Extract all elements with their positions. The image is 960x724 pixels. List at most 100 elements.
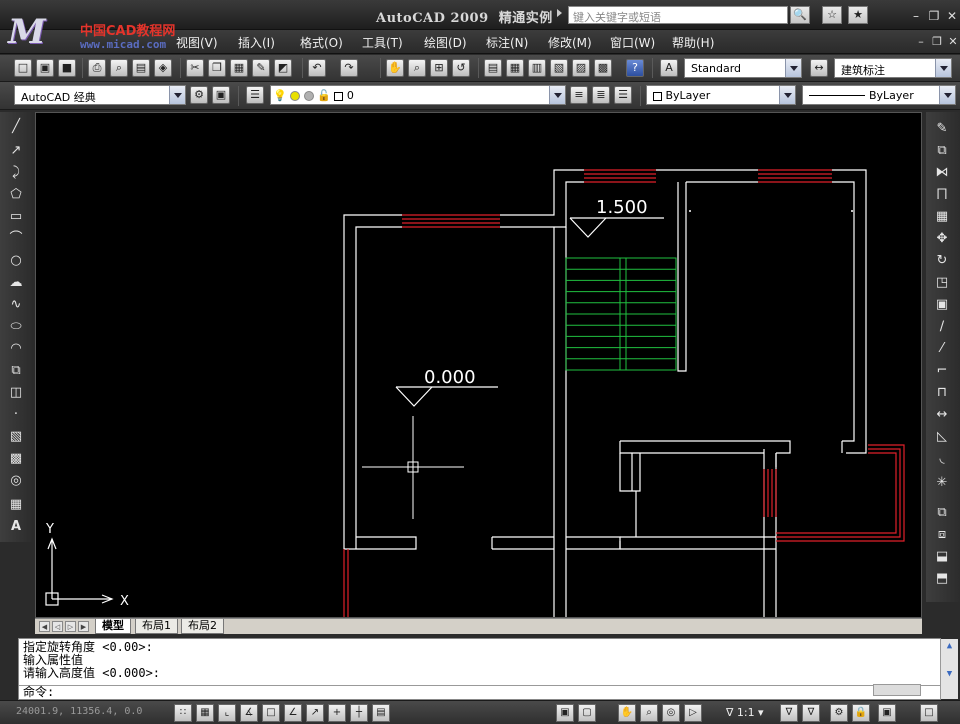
lock-ui-icon[interactable]: 🔒 xyxy=(852,704,870,722)
pan-status-icon[interactable]: ✋ xyxy=(618,704,636,722)
menu-help[interactable]: 帮助(H) xyxy=(672,34,714,51)
clean-screen-icon[interactable]: ▣ xyxy=(212,86,230,104)
extend-icon[interactable]: ⁄ xyxy=(933,340,951,358)
command-window[interactable]: 指定旋转角度 <0.00>: 输入属性值 请输入高度值 <0.000>: 命令:… xyxy=(18,638,958,700)
pan-icon[interactable]: ✋ xyxy=(386,59,404,77)
dynamic-input-icon[interactable]: + xyxy=(328,704,346,722)
doc-restore-button[interactable]: ❐ xyxy=(930,35,944,49)
minimize-window-button[interactable]: – xyxy=(908,8,924,24)
layer-manager-icon[interactable]: ☰ xyxy=(246,86,264,104)
menu-format[interactable]: 格式(O) xyxy=(300,34,343,51)
object-snap-tracking-icon[interactable]: ∠ xyxy=(284,704,302,722)
sheet-set-icon[interactable]: ▧ xyxy=(550,59,568,77)
scale-icon[interactable]: ◳ xyxy=(933,274,951,292)
model-space-icon[interactable]: ▣ xyxy=(556,704,574,722)
scroll-down-icon[interactable]: ▼ xyxy=(944,669,955,680)
move-icon[interactable]: ✥ xyxy=(933,230,951,248)
explode-icon[interactable]: ✳ xyxy=(933,474,951,492)
help-icon[interactable]: ? xyxy=(626,59,644,77)
rectangle-icon[interactable]: ▭ xyxy=(7,208,25,226)
point-icon[interactable]: · xyxy=(7,406,25,424)
command-horizontal-scrollbar[interactable] xyxy=(873,684,921,696)
search-icon[interactable]: 🔍 xyxy=(790,6,810,24)
dynamic-ucs-icon[interactable]: ↗ xyxy=(306,704,324,722)
multiline-text-icon[interactable]: A xyxy=(7,518,25,536)
hatch-icon[interactable]: ▧ xyxy=(7,428,25,446)
favorites-icon[interactable]: ★ xyxy=(848,6,868,24)
annotation-scale-label[interactable]: ∇ 1:1 ▾ xyxy=(726,706,764,719)
mirror-icon[interactable]: ⧑ xyxy=(933,164,951,182)
construction-line-icon[interactable]: ↗ xyxy=(7,142,25,160)
copy-object-icon[interactable]: ⧉ xyxy=(933,142,951,160)
draw-order-under-icon[interactable]: ⬒ xyxy=(933,570,951,588)
rotate-icon[interactable]: ↻ xyxy=(933,252,951,270)
table-icon[interactable]: ▦ xyxy=(7,496,25,514)
prev-tab-icon[interactable]: ◁ xyxy=(52,621,63,632)
copy-icon[interactable]: ❐ xyxy=(208,59,226,77)
drawing-canvas[interactable]: 1.500 0.000 Y X xyxy=(35,112,922,618)
close-window-button[interactable]: ✕ xyxy=(944,8,960,24)
search-expand-icon[interactable] xyxy=(557,9,562,17)
last-tab-icon[interactable]: ▶ xyxy=(78,621,89,632)
offset-icon[interactable]: ⨅ xyxy=(933,186,951,204)
polar-tracking-icon[interactable]: ∡ xyxy=(240,704,258,722)
menu-view[interactable]: 视图(V) xyxy=(176,34,218,51)
layer-select[interactable]: 💡 🔓 0 xyxy=(270,85,566,105)
paste-icon[interactable]: ▦ xyxy=(230,59,248,77)
new-file-icon[interactable]: □ xyxy=(14,59,32,77)
polygon-icon[interactable]: ⬠ xyxy=(7,186,25,204)
save-icon[interactable]: ■ xyxy=(58,59,76,77)
status-tray-icon[interactable]: ▣ xyxy=(878,704,896,722)
stretch-icon[interactable]: ▣ xyxy=(933,296,951,314)
restore-window-button[interactable]: ❐ xyxy=(926,8,942,24)
menu-window[interactable]: 窗口(W) xyxy=(610,34,655,51)
first-tab-icon[interactable]: ◀ xyxy=(39,621,50,632)
draw-order-above-icon[interactable]: ⬓ xyxy=(933,548,951,566)
doc-close-button[interactable]: ✕ xyxy=(946,35,960,49)
tool-palettes-icon[interactable]: ▥ xyxy=(528,59,546,77)
workspace-settings-icon[interactable]: ⚙ xyxy=(190,86,208,104)
line-icon[interactable]: ╱ xyxy=(7,118,25,136)
polyline-icon[interactable]: ⤸ xyxy=(7,164,25,182)
region-icon[interactable]: ◎ xyxy=(7,472,25,490)
command-prompt[interactable]: 命令: xyxy=(23,686,54,699)
make-block-icon[interactable]: ◫ xyxy=(7,384,25,402)
publish-icon[interactable]: ◈ xyxy=(154,59,172,77)
dim-style-select[interactable]: 建筑标注 xyxy=(834,58,952,78)
design-center-icon[interactable]: ▦ xyxy=(506,59,524,77)
insert-block-icon[interactable]: ⧉ xyxy=(7,362,25,380)
cut-icon[interactable]: ✂ xyxy=(186,59,204,77)
markup-icon[interactable]: ▨ xyxy=(572,59,590,77)
tab-layout1[interactable]: 布局1 xyxy=(135,619,178,634)
spline-icon[interactable]: ∿ xyxy=(7,296,25,314)
match-properties-icon[interactable]: ✎ xyxy=(252,59,270,77)
workspace-switch-icon[interactable]: ⚙ xyxy=(830,704,848,722)
auto-scale-icon[interactable]: ∇ xyxy=(802,704,820,722)
ellipse-icon[interactable]: ⬭ xyxy=(7,318,25,336)
ellipse-arc-icon[interactable]: ◠ xyxy=(7,340,25,358)
workspace-select[interactable]: AutoCAD 经典 xyxy=(14,85,186,105)
steering-wheel-icon[interactable]: ◎ xyxy=(662,704,680,722)
zoom-status-icon[interactable]: ⌕ xyxy=(640,704,658,722)
layout-space-icon[interactable]: ▢ xyxy=(578,704,596,722)
help-search-input[interactable]: 键入关键字或短语 xyxy=(568,6,788,24)
undo-icon[interactable]: ↶ xyxy=(308,59,326,77)
join-icon[interactable]: ↔ xyxy=(933,406,951,424)
command-scrollbar[interactable]: ▲ ▼ xyxy=(940,639,958,699)
erase-icon[interactable]: ✎ xyxy=(933,120,951,138)
circle-icon[interactable]: ○ xyxy=(7,252,25,270)
make-current-layer-icon[interactable]: ≡ xyxy=(570,86,588,104)
break-icon[interactable]: ⊓ xyxy=(933,384,951,402)
menu-tools[interactable]: 工具(T) xyxy=(362,34,403,51)
color-select[interactable]: ByLayer xyxy=(646,85,796,105)
quick-properties-icon[interactable]: ▤ xyxy=(372,704,390,722)
array-icon[interactable]: ▦ xyxy=(933,208,951,226)
annotation-visibility-icon[interactable]: ∇ xyxy=(780,704,798,722)
showmotion-icon[interactable]: ▷ xyxy=(684,704,702,722)
tab-layout2[interactable]: 布局2 xyxy=(181,619,224,634)
menu-dimension[interactable]: 标注(N) xyxy=(486,34,528,51)
gradient-icon[interactable]: ▩ xyxy=(7,450,25,468)
linetype-select[interactable]: ByLayer xyxy=(802,85,956,105)
ortho-mode-icon[interactable]: ⌞ xyxy=(218,704,236,722)
block-editor-icon[interactable]: ◩ xyxy=(274,59,292,77)
